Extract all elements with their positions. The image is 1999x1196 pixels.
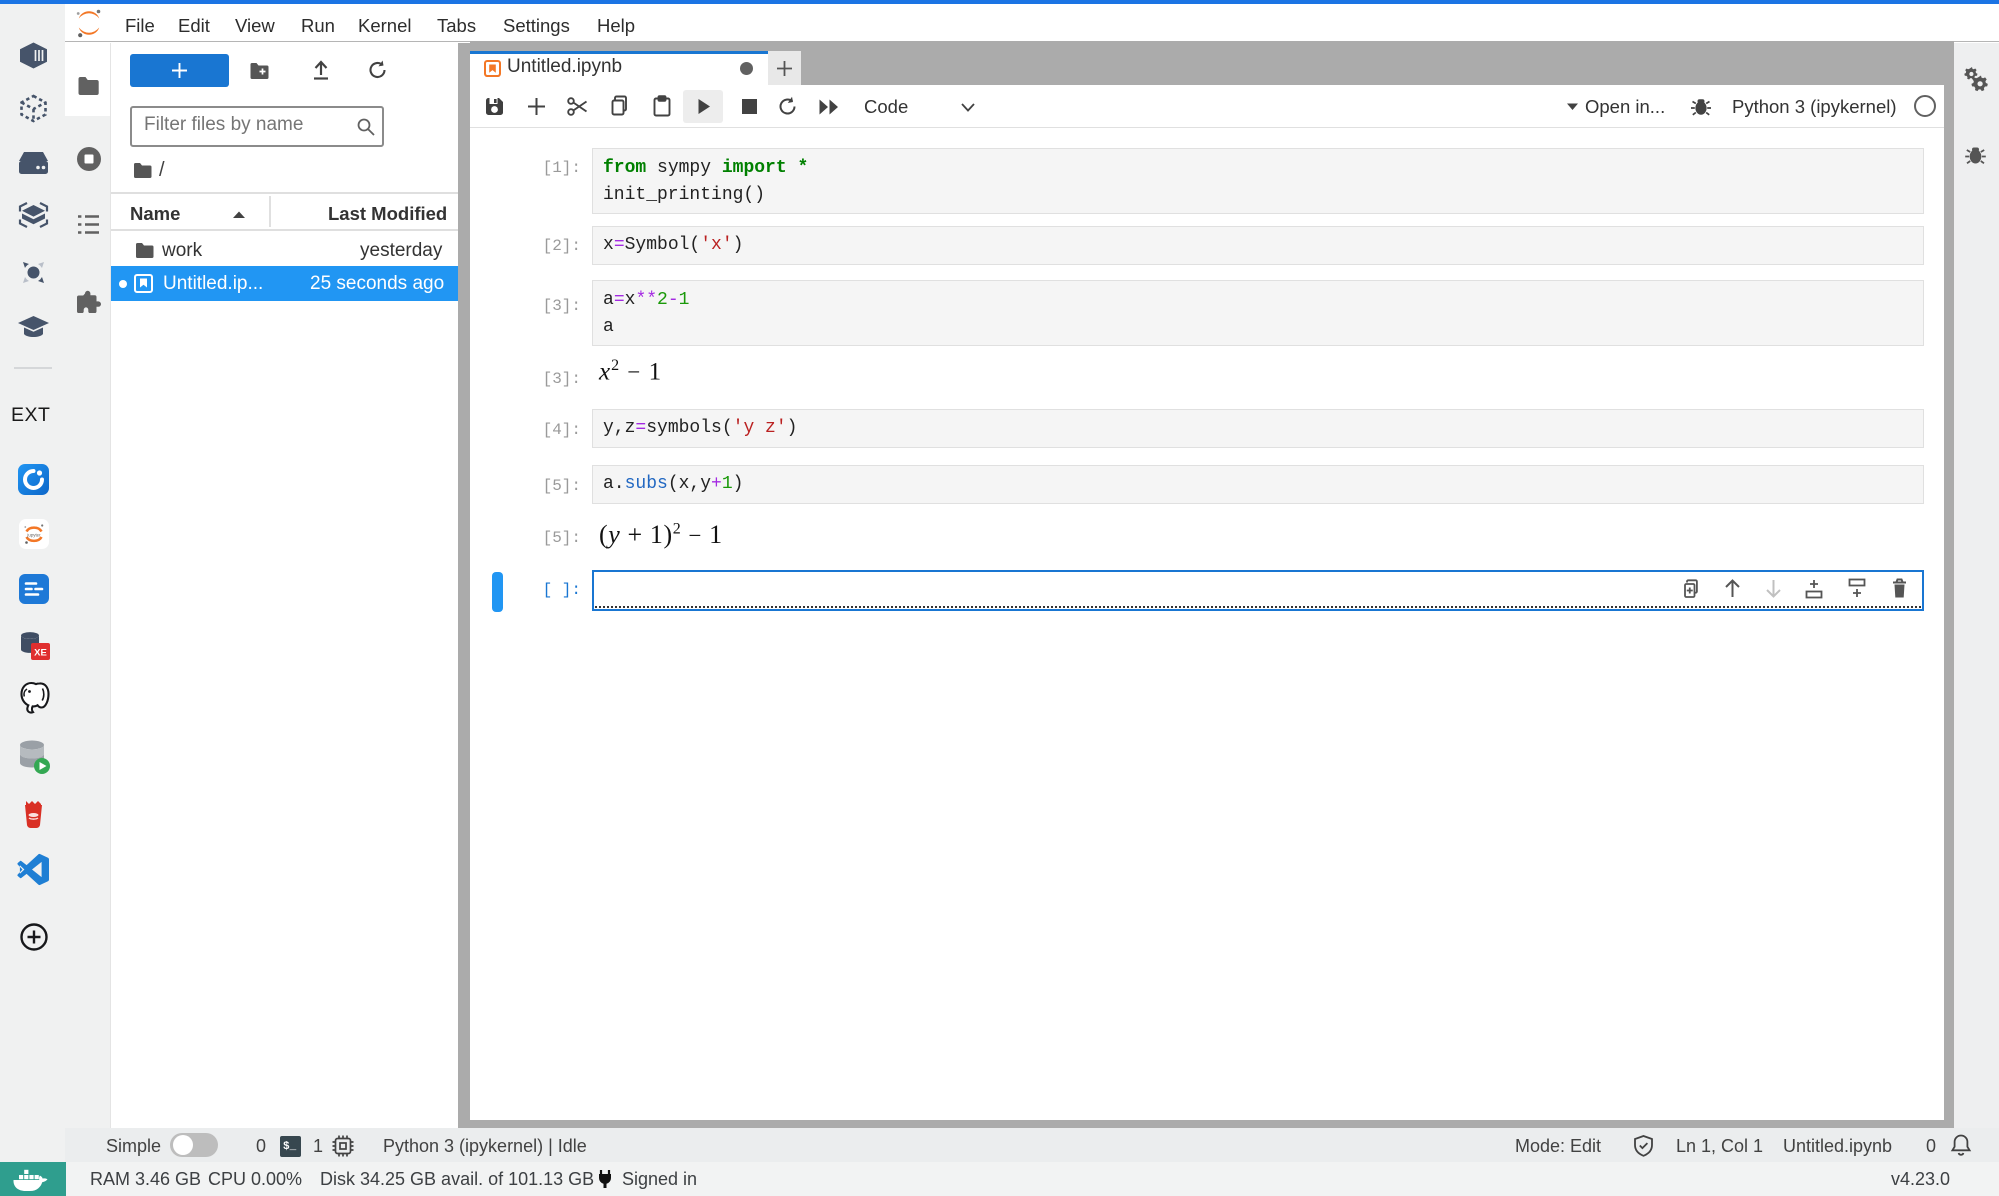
svg-text:XE: XE	[34, 648, 47, 659]
svg-text:jupyter: jupyter	[26, 533, 41, 538]
